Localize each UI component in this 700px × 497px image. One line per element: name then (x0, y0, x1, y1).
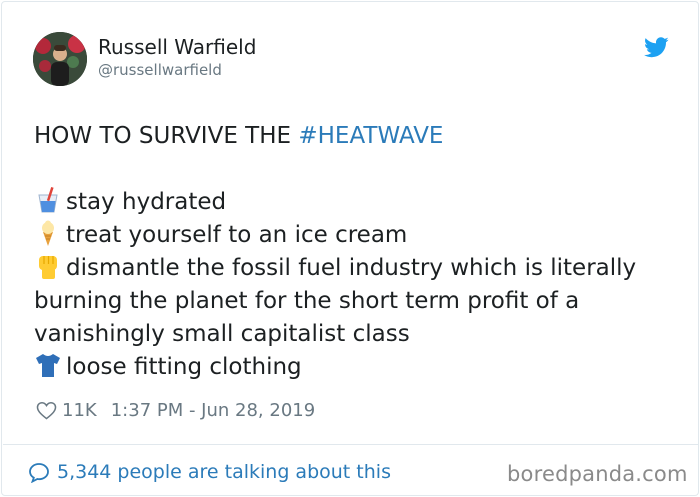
heart-icon[interactable] (36, 401, 57, 420)
ice-cream-icon (42, 220, 54, 246)
list-item: stay hydrated (34, 186, 674, 219)
list-item-continuation: burning the planet for the short term pr… (34, 288, 580, 314)
tweet-card: Russell Warfield @russellwarfield HOW TO… (1, 1, 699, 496)
list-item: loose fitting clothing (34, 351, 674, 384)
list-item-text: dismantle the fossil fuel industry which… (66, 255, 637, 281)
watermark: boredpanda.com (507, 462, 688, 486)
talking-text: 5,344 people are talking about this (57, 461, 391, 483)
list-item-text: stay hydrated (66, 189, 227, 215)
list-item-text: treat yourself to an ice cream (66, 222, 408, 248)
speech-bubble-icon (29, 462, 49, 483)
talking-link[interactable]: 5,344 people are talking about this (28, 461, 391, 483)
like-count[interactable]: 11K (62, 400, 97, 421)
list-item: treat yourself to an ice cream (34, 219, 674, 252)
tweet-headline: HOW TO SURVIVE THE #HEATWAVE (34, 120, 674, 153)
list-item: dismantle the fossil fuel industry which… (34, 252, 674, 285)
list-item-text: loose fitting clothing (66, 354, 302, 380)
author-handle[interactable]: @russellwarfield (98, 61, 222, 79)
hashtag-link[interactable]: #HEATWAVE (298, 123, 443, 149)
author-display-name[interactable]: Russell Warfield (98, 35, 256, 59)
tweet-text: HOW TO SURVIVE THE #HEATWAVE stay hydrat… (34, 120, 674, 384)
tweet-timestamp[interactable]: 1:37 PM - Jun 28, 2019 (111, 400, 315, 421)
tweet-lead-text: HOW TO SURVIVE THE (34, 123, 299, 149)
divider (3, 444, 699, 445)
raised-fist-icon (39, 256, 57, 279)
twitter-bird-icon[interactable] (644, 37, 669, 58)
avatar[interactable] (33, 32, 87, 86)
tropical-drink-icon (38, 187, 58, 213)
list-item-continuation: vanishingly small capitalist class (34, 321, 410, 347)
tweet-meta: 11K 1:37 PM - Jun 28, 2019 (36, 400, 315, 421)
t-shirt-icon (36, 354, 60, 377)
